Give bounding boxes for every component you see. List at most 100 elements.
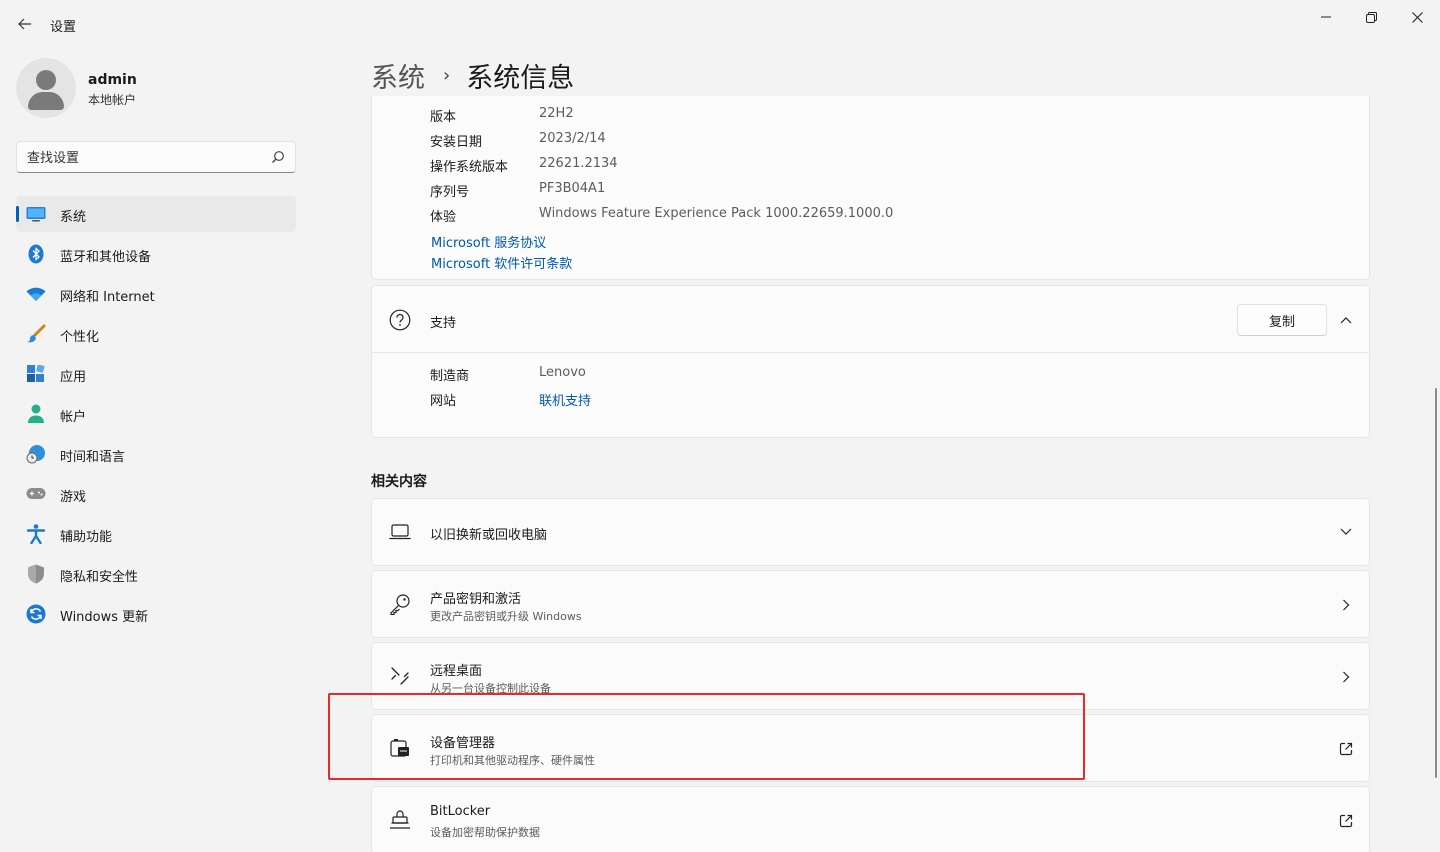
related-item-remote-desktop[interactable]: 远程桌面 从另一台设备控制此设备 (371, 642, 1370, 710)
open-external-icon[interactable] (1338, 813, 1354, 829)
help-circle-icon (389, 309, 411, 331)
online-support-link[interactable]: 联机支持 (539, 390, 591, 409)
restore-icon (1365, 11, 1377, 23)
spec-key: 序列号 (430, 185, 470, 200)
related-item-product-key[interactable]: 产品密钥和激活 更改产品密钥或升级 Windows (371, 570, 1370, 638)
sidebar-item-label: 应用 (60, 370, 87, 385)
breadcrumb-parent[interactable]: 系统 (371, 56, 425, 95)
avatar (16, 58, 76, 118)
sidebar-item-bluetooth[interactable]: 蓝牙和其他设备 (16, 236, 296, 272)
spec-key: 网站 (430, 394, 457, 409)
sidebar-item-label: 网络和 Internet (60, 290, 155, 305)
row-subtitle: 设备加密帮助保护数据 (430, 826, 540, 839)
laptop-icon (389, 521, 411, 543)
minimize-icon (1321, 16, 1331, 18)
spec-key: 体验 (430, 210, 457, 225)
sidebar-nav: 系统 蓝牙和其他设备 网络和 Internet 个性化 应用 帐户 时间和语言 … (16, 196, 296, 636)
spec-key: 操作系统版本 (430, 160, 509, 175)
sidebar-item-label: 个性化 (60, 330, 100, 345)
spec-key: 制造商 (430, 369, 470, 384)
row-title: BitLocker (430, 804, 491, 819)
search-box[interactable] (16, 141, 296, 173)
search-input[interactable] (27, 148, 257, 168)
account-type: 本地帐户 (88, 93, 137, 107)
row-title: 以旧换新或回收电脑 (430, 528, 548, 543)
sidebar-item-time-language[interactable]: 时间和语言 (16, 436, 296, 472)
spec-value: Windows Feature Experience Pack 1000.226… (539, 206, 894, 221)
sidebar-item-windows-update[interactable]: Windows 更新 (16, 596, 296, 632)
copy-button[interactable]: 复制 (1237, 304, 1327, 336)
sidebar-item-label: 游戏 (60, 490, 87, 505)
sidebar-item-accounts[interactable]: 帐户 (16, 396, 296, 432)
chevron-up-icon[interactable] (1338, 312, 1354, 328)
windows-spec-card: 版本 22H2 安装日期 2023/2/14 操作系统版本 22621.2134… (371, 96, 1370, 280)
sidebar-item-apps[interactable]: 应用 (16, 356, 296, 392)
support-title: 支持 (430, 316, 457, 331)
related-item-device-manager[interactable]: 设备管理器 打印机和其他驱动程序、硬件属性 (371, 714, 1370, 782)
sidebar-item-personalization[interactable]: 个性化 (16, 316, 296, 352)
related-heading: 相关内容 (371, 474, 427, 490)
maximize-button[interactable] (1356, 6, 1386, 28)
sidebar-item-label: 时间和语言 (60, 450, 126, 465)
close-icon (1411, 11, 1423, 23)
bitlocker-icon (389, 809, 411, 831)
key-icon (389, 593, 411, 615)
spec-key: 版本 (430, 110, 457, 125)
related-item-trade-in[interactable]: 以旧换新或回收电脑 (371, 498, 1370, 566)
scrollbar[interactable] (1435, 388, 1437, 778)
globe-clock-icon (26, 444, 46, 464)
sidebar-item-label: 系统 (60, 210, 87, 225)
spec-value: 2023/2/14 (539, 131, 606, 146)
sidebar-item-privacy[interactable]: 隐私和安全性 (16, 556, 296, 592)
sidebar-item-accessibility[interactable]: 辅助功能 (16, 516, 296, 552)
row-title: 设备管理器 (430, 736, 496, 751)
row-subtitle: 打印机和其他驱动程序、硬件属性 (430, 754, 595, 767)
arrow-left-icon (18, 18, 31, 30)
accessibility-icon (26, 524, 46, 544)
shield-icon (26, 564, 46, 584)
search-icon[interactable] (271, 150, 285, 164)
gamepad-icon (26, 484, 46, 504)
microsoft-services-agreement-link[interactable]: Microsoft 服务协议 (431, 232, 546, 251)
row-title: 产品密钥和激活 (430, 592, 522, 607)
device-manager-icon (389, 737, 411, 759)
user-name: admin (88, 72, 137, 88)
paintbrush-icon (26, 324, 46, 344)
chevron-right-icon[interactable] (1338, 597, 1354, 613)
user-profile[interactable]: admin 本地帐户 (16, 58, 296, 118)
support-card: 支持 复制 制造商 Lenovo 网站 联机支持 (371, 285, 1370, 438)
spec-value: 22621.2134 (539, 156, 618, 171)
chevron-down-icon[interactable] (1338, 524, 1354, 540)
apps-icon (26, 364, 46, 384)
back-button[interactable] (14, 13, 36, 35)
row-subtitle: 从另一台设备控制此设备 (430, 682, 551, 695)
sidebar-item-network[interactable]: 网络和 Internet (16, 276, 296, 312)
update-icon (26, 604, 46, 624)
spec-value: PF3B04A1 (539, 181, 606, 196)
breadcrumb-separator: › (443, 64, 451, 86)
microsoft-license-terms-link[interactable]: Microsoft 软件许可条款 (431, 253, 572, 272)
remote-desktop-icon (389, 665, 411, 687)
sidebar-item-label: 帐户 (60, 410, 87, 425)
row-title: 远程桌面 (430, 664, 483, 679)
minimize-button[interactable] (1311, 6, 1341, 28)
row-subtitle: 更改产品密钥或升级 Windows (430, 610, 582, 623)
open-external-icon[interactable] (1338, 741, 1354, 757)
chevron-right-icon[interactable] (1338, 669, 1354, 685)
sidebar-item-system[interactable]: 系统 (16, 196, 296, 232)
spec-key: 安装日期 (430, 135, 483, 150)
support-header[interactable]: 支持 复制 (372, 286, 1369, 353)
related-item-bitlocker[interactable]: BitLocker 设备加密帮助保护数据 (371, 786, 1370, 852)
close-button[interactable] (1402, 6, 1432, 28)
breadcrumb: 系统 › 系统信息 (371, 55, 574, 95)
sidebar-item-gaming[interactable]: 游戏 (16, 476, 296, 512)
sidebar-item-label: 辅助功能 (60, 530, 113, 545)
spec-value: Lenovo (539, 365, 586, 380)
sidebar-item-label: 隐私和安全性 (60, 570, 139, 585)
monitor-icon (26, 204, 46, 224)
sidebar-item-label: 蓝牙和其他设备 (60, 250, 152, 265)
page-title: 系统信息 (466, 62, 575, 94)
bluetooth-icon (26, 244, 46, 264)
person-icon (26, 404, 46, 424)
app-title: 设置 (50, 20, 77, 35)
